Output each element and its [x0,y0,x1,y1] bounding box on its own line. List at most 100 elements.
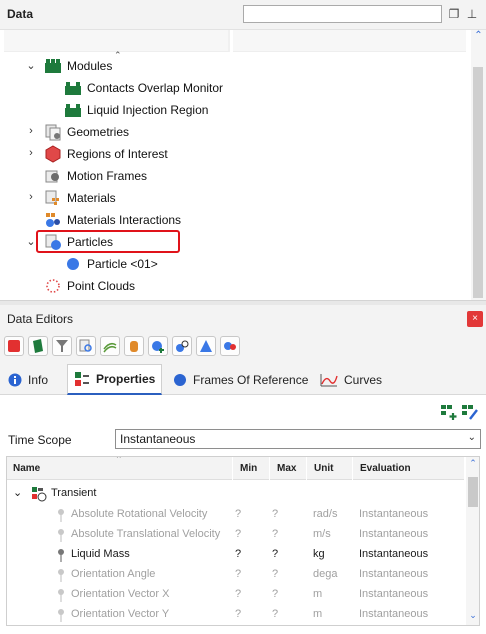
tree-column-name[interactable] [4,30,230,52]
tab-properties[interactable]: Properties [67,364,163,395]
row-min: ? [235,508,242,520]
group-row-transient[interactable]: ⌄ Transient [7,484,465,504]
particles-tool-icon[interactable] [172,336,192,356]
module-item-icon [65,104,81,117]
chevron-right-icon[interactable]: › [25,125,37,137]
table-row[interactable]: Liquid Mass ? ? kg Instantaneous [7,545,465,565]
tree-item-label: Liquid Injection Region [87,103,209,117]
tree-item-modules[interactable]: ⌄ Modules [0,55,470,77]
table-row[interactable]: Absolute Translational Velocity ? ? m/s … [7,525,465,545]
row-name: Orientation Vector X [71,588,170,600]
tree-item-materials-interactions[interactable]: Materials Interactions [0,209,470,231]
time-scope-select[interactable]: Instantaneous ⌄ [115,429,481,449]
row-evaluation: Instantaneous [359,608,429,620]
curves-icon [320,373,338,386]
table-row[interactable]: Orientation Vector X ? ? m Instantaneous [7,585,465,605]
scroll-up-arrow-icon[interactable]: ⌃ [468,458,478,469]
chevron-down-icon[interactable]: ⌄ [13,486,22,499]
transient-group-icon [32,487,47,502]
column-header-min[interactable]: Min [234,457,270,480]
cone-icon[interactable] [196,336,216,356]
row-name: Absolute Rotational Velocity [71,508,208,520]
tree-item-materials[interactable]: › Materials [0,187,470,209]
pin-icon [58,509,64,522]
table-row[interactable]: Orientation Angle ? ? dega Instantaneous [7,565,465,585]
point-clouds-icon [46,279,60,293]
tree-item-label: Materials [67,191,116,205]
pin-icon[interactable]: ⊥ [465,7,479,21]
pin-icon [58,529,64,542]
chevron-right-icon[interactable]: › [25,147,37,159]
filter-icon[interactable] [52,336,72,356]
row-name: Absolute Translational Velocity [71,528,221,540]
column-header-max[interactable]: Max [271,457,307,480]
row-unit: kg [313,548,325,560]
inspect-icon[interactable] [76,336,96,356]
add-property-icon[interactable] [440,403,458,421]
cylinder-icon[interactable] [124,336,144,356]
surface-icon[interactable] [100,336,120,356]
tree-item-contacts-overlap-monitor[interactable]: Contacts Overlap Monitor [0,77,470,99]
cube-icon[interactable] [4,336,24,356]
particle-sphere-icon [67,258,79,270]
row-evaluation: Instantaneous [359,528,429,540]
restore-window-icon[interactable]: ❐ [447,7,461,21]
modules-icon [45,59,61,73]
data-panel: Data ❐ ⊥ ⌃ ⌄ Modules Contacts Overlap Mo… [0,0,486,300]
pin-icon [58,589,64,602]
tree-scrollbar-thumb[interactable] [473,67,483,298]
editors-toolbar [0,333,486,362]
tree-item-motion-frames[interactable]: Motion Frames [0,165,470,187]
tab-label: Properties [96,372,156,386]
tab-curves[interactable]: Curves [314,364,388,395]
row-name: Liquid Mass [71,548,130,560]
column-header-evaluation[interactable]: Evaluation [354,457,465,480]
tree-item-label: Materials Interactions [67,213,182,227]
close-button[interactable]: × [467,311,483,327]
tab-info[interactable]: Info [2,364,54,395]
tab-label: Frames Of Reference [193,372,309,387]
chevron-down-icon: ⌄ [467,432,476,443]
table-row[interactable]: Absolute Rotational Velocity ? ? rad/s I… [7,505,465,525]
tree-column-value[interactable] [233,30,466,52]
scroll-down-arrow-icon[interactable]: ⌄ [468,610,478,621]
chevron-down-icon[interactable]: ⌄ [25,60,37,72]
row-unit: rad/s [313,508,338,520]
data-search-input[interactable] [243,5,442,23]
tree-item-liquid-injection-region[interactable]: Liquid Injection Region [0,99,470,121]
spheres-group-icon[interactable] [220,336,240,356]
plane-icon[interactable] [28,336,48,356]
properties-grid: Name ⌃ Min Max Unit Evaluation ⌄ Transie… [6,456,480,626]
scroll-up-arrow-icon[interactable]: ⌃ [473,30,484,41]
row-max: ? [272,588,279,600]
tree-item-label: Particle <01> [87,257,158,271]
pin-icon [58,549,64,562]
sort-caret-icon: ⌃ [115,456,123,464]
time-scope-label: Time Scope [8,433,72,447]
pin-icon [58,609,64,622]
table-row[interactable]: Orientation Vector Y ? ? m Instantaneous [7,605,465,625]
edit-property-icon[interactable] [461,403,479,421]
tree-item-point-clouds[interactable]: Point Clouds [0,275,470,297]
tree-item-label: Motion Frames [67,169,148,183]
chevron-right-icon[interactable]: › [25,191,37,203]
grid-header: Name ⌃ Min Max Unit Evaluation [7,457,465,480]
time-scope-value: Instantaneous [120,432,196,446]
tree-item-geometries[interactable]: › Geometries [0,121,470,143]
grid-scrollbar-thumb[interactable] [468,477,478,507]
tree-item-particle-01[interactable]: Particle <01> [0,253,470,275]
row-evaluation: Instantaneous [359,508,429,520]
add-sphere-icon[interactable] [148,336,168,356]
row-max: ? [272,548,279,560]
module-item-icon [65,82,81,95]
tab-frames-of-reference[interactable]: Frames Of Reference [167,364,314,395]
row-min: ? [235,528,242,540]
row-unit: dega [313,568,338,580]
group-label: Transient [51,487,97,499]
tab-label: Info [28,372,49,387]
tree-item-regions-of-interest[interactable]: › Regions of Interest [0,143,470,165]
tree-item-label: Point Clouds [67,279,136,293]
row-min: ? [235,608,242,620]
column-header-unit[interactable]: Unit [308,457,353,480]
row-unit: m [313,588,323,600]
